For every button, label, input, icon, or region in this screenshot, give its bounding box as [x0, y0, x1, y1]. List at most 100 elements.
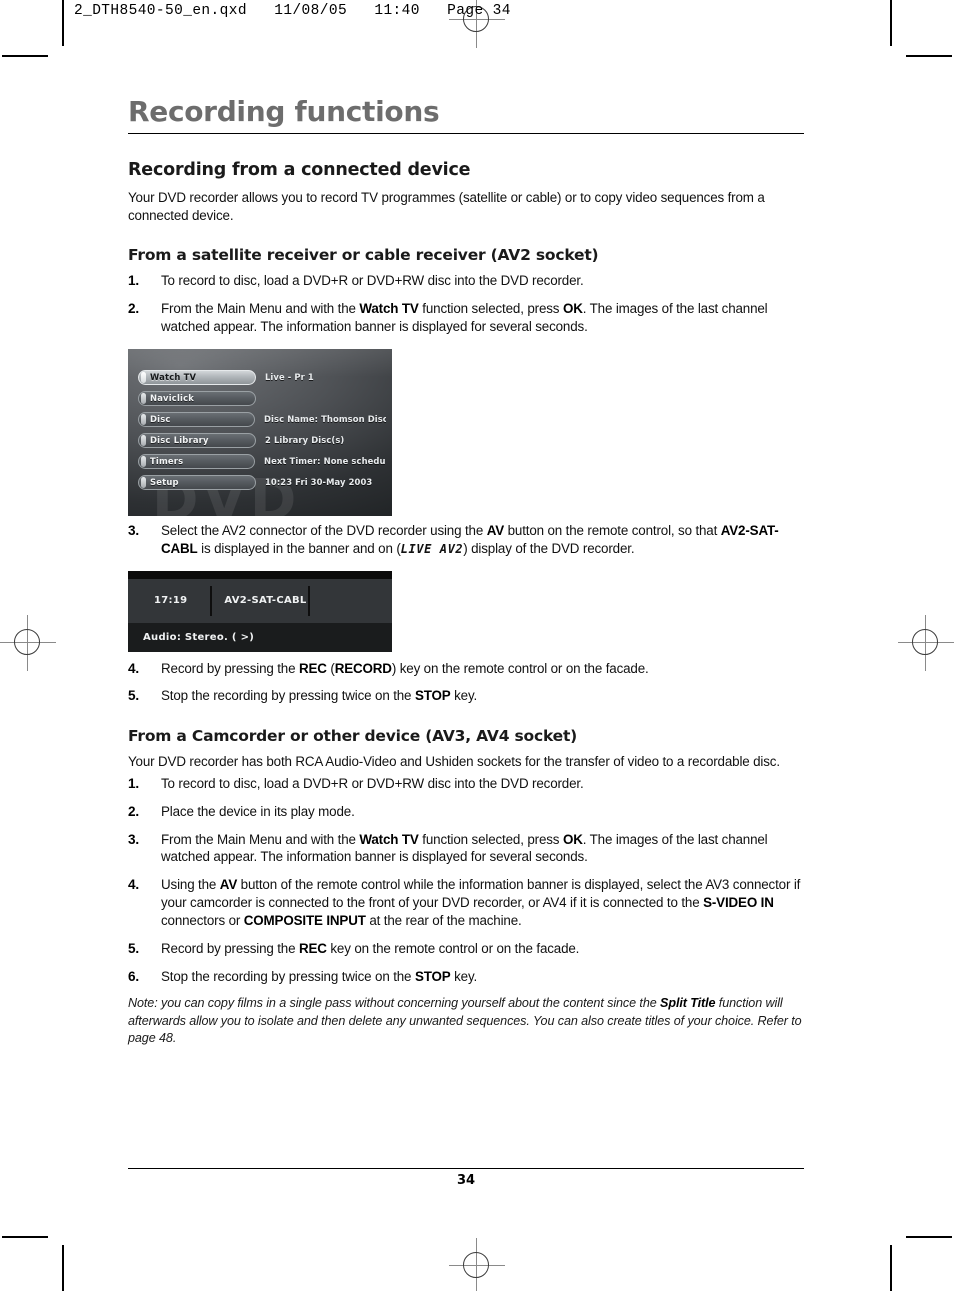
menu-button-watch-tv[interactable]: Watch TV	[138, 369, 256, 385]
slug-divider	[62, 0, 63, 46]
step-number: 1.	[128, 273, 140, 289]
emphasis-text: RECORD	[334, 660, 392, 676]
step-text: Using the AV button of the remote contro…	[161, 877, 801, 928]
menu-button-naviclick[interactable]: Naviclick	[138, 390, 256, 406]
emphasis-text: Watch TV	[359, 301, 419, 317]
crop-mark-bottom-right-vertical	[890, 1245, 892, 1291]
info-banner-audio-strip: Audio: Stereo. ( >)	[128, 622, 392, 652]
figure-info-banner-screenshot: 17:19 AV2-SAT-CABL Audio: Stereo. ( >)	[128, 570, 392, 652]
menu-row-value: Next Timer: None schedule	[264, 456, 386, 467]
info-banner-main-strip: 17:19 AV2-SAT-CABL	[128, 578, 392, 623]
step-list-camcorder: 1. To record to disc, load a DVD+R or DVD…	[128, 775, 804, 985]
step-text: From the Main Menu and with the Watch TV…	[161, 301, 768, 335]
menu-button-label: Timers	[150, 456, 184, 467]
menu-button-label: Setup	[150, 477, 179, 488]
registration-mark-right	[898, 615, 954, 671]
step-text: To record to disc, load a DVD+R or DVD+R…	[161, 775, 584, 791]
emphasis-text: AV2-SAT-CABL	[161, 522, 779, 556]
step-text: Stop the recording by pressing twice on …	[161, 968, 478, 984]
crop-mark-bottom-right-horizontal	[906, 1236, 952, 1238]
crop-mark-top-right-vertical	[890, 0, 892, 46]
banner-source-label: AV2-SAT-CABL	[224, 595, 307, 607]
subsection-heading-satellite-receiver: From a satellite receiver or cable recei…	[128, 246, 599, 265]
step-number: 6.	[128, 968, 140, 984]
subsection-heading-camcorder: From a Camcorder or other device (AV3, A…	[128, 727, 578, 746]
crop-mark-bottom-left-vertical	[62, 1245, 64, 1291]
menu-row-value: 10:23 Fri 30-May 2003	[265, 477, 373, 488]
menu-button-knob-icon	[141, 371, 146, 383]
step-list-item: 2. From the Main Menu and with the Watch …	[128, 300, 804, 336]
step-number: 5.	[128, 688, 140, 704]
step-text: Record by pressing the REC (RECORD) key …	[161, 660, 649, 676]
menu-button-disc-library[interactable]: Disc Library	[138, 432, 256, 448]
step-number: 4.	[128, 877, 140, 893]
main-menu-row[interactable]: Naviclick	[138, 390, 386, 407]
step-number: 4.	[128, 660, 140, 676]
camcorder-intro-paragraph: Your DVD recorder has both RCA Audio-Vid…	[128, 754, 780, 770]
main-menu-row[interactable]: Disc Disc Name: Thomson Disc	[138, 411, 386, 428]
step-text: Place the device in its play mode.	[161, 803, 355, 819]
banner-clock: 17:19	[154, 595, 188, 607]
step-list-item: 3. From the Main Menu and with the Watch …	[128, 831, 804, 867]
step-list-item: 5. Record by pressing the REC key on the …	[128, 940, 804, 958]
section-intro-paragraph: Your DVD recorder allows you to record T…	[128, 190, 765, 223]
step-list-item: 2. Place the device in its play mode.	[128, 803, 804, 821]
page-footer: 34	[128, 1168, 804, 1188]
step-text: From the Main Menu and with the Watch TV…	[161, 831, 768, 865]
menu-button-knob-icon	[141, 455, 146, 467]
step-number: 2.	[128, 803, 140, 819]
crop-mark-top-right-horizontal	[906, 55, 952, 57]
step-number: 3.	[128, 522, 140, 538]
main-menu-row[interactable]: Timers Next Timer: None schedule	[138, 453, 386, 470]
menu-row-value: Live - Pr 1	[265, 372, 314, 383]
menu-button-knob-icon	[141, 392, 146, 404]
main-menu-row[interactable]: Setup 10:23 Fri 30-May 2003	[138, 474, 386, 491]
banner-separator-left	[210, 585, 213, 616]
emphasis-text: AV	[219, 877, 238, 893]
emphasis-text: OK	[562, 831, 583, 847]
banner-separator-right	[307, 585, 310, 616]
registration-mark-bottom	[449, 1238, 505, 1291]
crop-mark-bottom-left-horizontal	[2, 1236, 48, 1238]
menu-button-knob-icon	[141, 476, 146, 488]
registration-mark-circle	[912, 629, 938, 655]
menu-button-setup[interactable]: Setup	[138, 474, 256, 490]
registration-mark-circle	[463, 1252, 489, 1278]
step-list-item: 4. Using the AV button of the remote cont…	[128, 876, 804, 929]
main-menu-rows: Watch TV Live - Pr 1 Naviclick Disc Disc Nam…	[138, 369, 386, 495]
menu-button-timers[interactable]: Timers	[138, 453, 255, 469]
main-menu-row[interactable]: Disc Library 2 Library Disc(s)	[138, 432, 386, 449]
step-list-item: 1. To record to disc, load a DVD+R or DVD…	[128, 272, 804, 290]
registration-mark-left	[0, 615, 56, 671]
emphasis-text: STOP	[414, 688, 451, 704]
step-number: 2.	[128, 301, 140, 317]
manual-page: 2_DTH8540-50_en.qxd 11/08/05 11:40 Page …	[0, 0, 954, 1291]
emphasis-text: COMPOSITE INPUT	[243, 912, 366, 928]
step-number: 1.	[128, 775, 140, 791]
emphasis-text: OK	[562, 301, 583, 317]
menu-button-label: Naviclick	[150, 393, 195, 404]
section-heading-recording-from-connected-device: Recording from a connected device	[128, 160, 471, 180]
menu-button-label: Disc	[150, 414, 171, 425]
emphasis-text: S-VIDEO IN	[703, 895, 774, 911]
menu-button-disc[interactable]: Disc	[138, 411, 255, 427]
step-text: Record by pressing the REC key on the re…	[161, 940, 580, 956]
crop-mark-top-left-horizontal	[2, 55, 48, 57]
banner-audio-label: Audio: Stereo. ( >)	[143, 631, 255, 643]
step-number: 5.	[128, 940, 140, 956]
main-menu-row[interactable]: Watch TV Live - Pr 1	[138, 369, 386, 386]
step-list-item: 3. Select the AV2 connector of the DVD re…	[128, 522, 804, 558]
step-text: To record to disc, load a DVD+R or DVD+R…	[161, 273, 584, 289]
step-list-item: 6. Stop the recording by pressing twice o…	[128, 968, 804, 986]
lcd-display-text: LIVE AV2	[400, 541, 464, 556]
step-list-satellite-tail: 4. Record by pressing the REC (RECORD) ke…	[128, 660, 804, 706]
figure-main-menu-screenshot: DVD Watch TV Live - Pr 1 Naviclick Disc Disc…	[128, 348, 392, 516]
content-column: Recording functions Recording from a con…	[128, 98, 804, 1048]
emphasis-text: REC	[298, 660, 327, 676]
emphasis-text: REC	[298, 940, 327, 956]
emphasis-text: AV	[486, 522, 505, 538]
note-paragraph: Note: you can copy films in a single pas…	[128, 996, 802, 1046]
step-list-item: 1. To record to disc, load a DVD+R or DVD…	[128, 775, 804, 793]
title-divider	[128, 133, 804, 134]
menu-row-value: Disc Name: Thomson Disc	[264, 414, 386, 425]
